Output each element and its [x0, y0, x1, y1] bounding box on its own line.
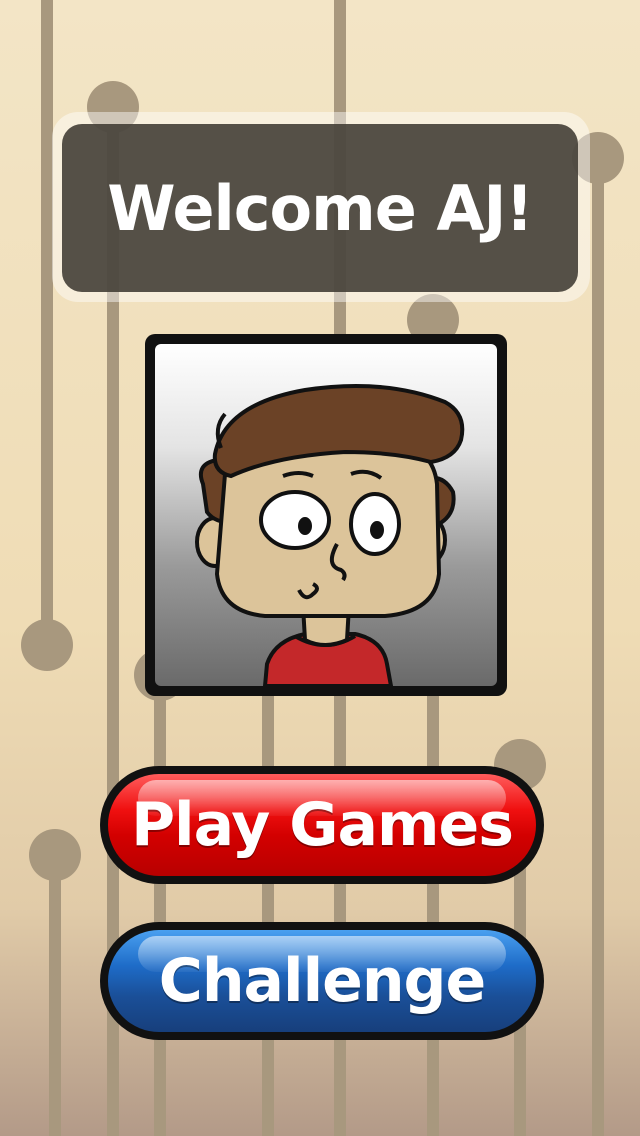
- play-games-label: Play Games: [131, 790, 514, 860]
- challenge-label: Challenge: [158, 946, 486, 1016]
- avatar[interactable]: [145, 334, 507, 696]
- challenge-button[interactable]: Challenge: [100, 922, 544, 1040]
- challenge-button-face: Challenge: [108, 930, 536, 1032]
- cartoon-boy-avatar-icon: [195, 384, 465, 686]
- play-games-button-face: Play Games: [108, 774, 536, 876]
- play-games-button[interactable]: Play Games: [100, 766, 544, 884]
- avatar-image: [155, 344, 497, 686]
- welcome-title: Welcome AJ!: [107, 171, 533, 245]
- welcome-banner: Welcome AJ!: [62, 124, 578, 292]
